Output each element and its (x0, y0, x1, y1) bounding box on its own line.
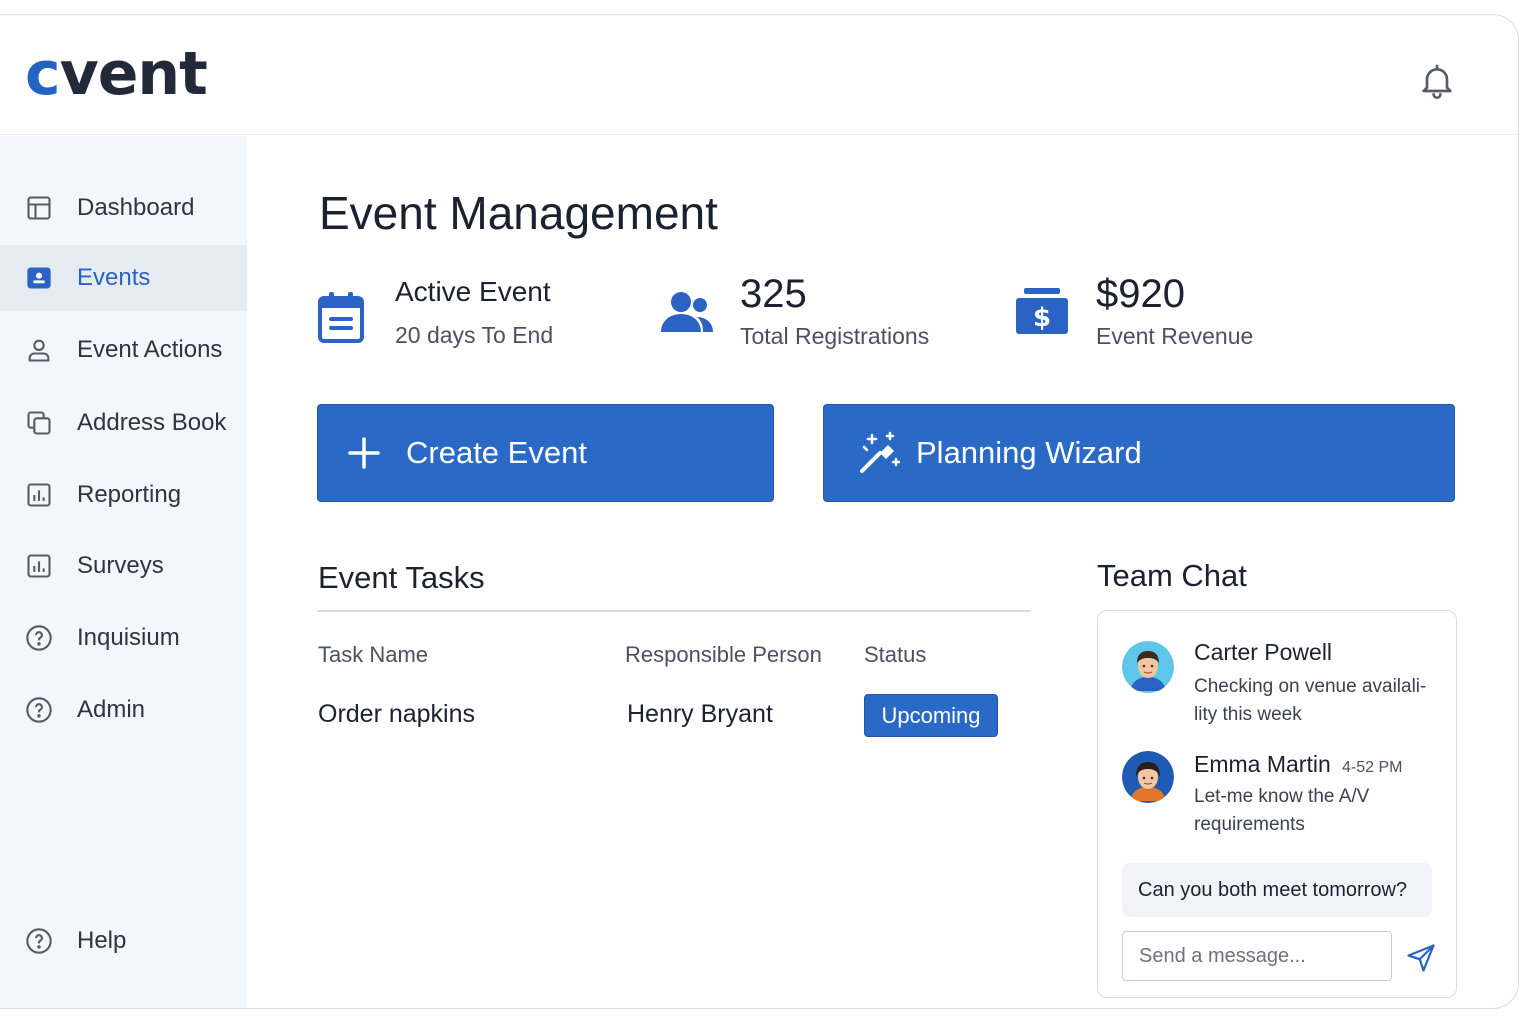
active-event-title: Active Event (395, 276, 551, 307)
help-circle-icon (26, 625, 52, 651)
column-header-responsible-person[interactable]: Responsible Person (625, 642, 822, 668)
sidebar-item-label: Reporting (77, 481, 182, 508)
team-chat-panel: Carter Powell Checking on venue availa­l… (1097, 610, 1457, 998)
planning-wizard-button[interactable]: Planning Wizard (823, 404, 1455, 502)
chat-outgoing-message: Can you both meet tomorrow? (1122, 863, 1432, 917)
sidebar-item-help[interactable]: Help (0, 908, 247, 974)
main-content: Event Management Active Event 20 days To… (247, 136, 1518, 1008)
chat-sender-name: Emma Martin (1194, 751, 1331, 777)
app-window: cvent Dashboard Events Event Actions Add… (0, 14, 1519, 1009)
layout-icon (27, 196, 51, 220)
users-icon (661, 292, 713, 332)
calendar-badge-icon (27, 267, 51, 289)
sidebar-item-label: Events (77, 264, 151, 291)
send-icon[interactable] (1406, 943, 1436, 973)
registrations-label: Total Registrations (740, 323, 930, 349)
status-badge[interactable]: Upcoming (864, 694, 998, 737)
copy-icon (27, 411, 51, 435)
sidebar-item-admin[interactable]: Admin (0, 677, 247, 743)
bar-chart-icon (27, 554, 51, 578)
calendar-icon (318, 292, 364, 343)
chat-timestamp: 4-52 PM (1342, 759, 1403, 776)
sidebar-item-label: Surveys (77, 552, 164, 579)
column-header-task-name[interactable]: Task Name (318, 642, 428, 668)
sidebar-item-label: Dashboard (77, 194, 195, 221)
active-event-subtitle: 20 days To End (395, 322, 554, 348)
avatar[interactable] (1122, 641, 1174, 693)
sidebar-item-label: Admin (77, 696, 146, 723)
revenue-value: $920 (1096, 272, 1185, 316)
sidebar: Dashboard Events Event Actions Address B… (0, 136, 247, 1008)
sidebar-item-label: Inquisium (77, 624, 180, 651)
sidebar-item-address-book[interactable]: Address Book (0, 390, 247, 456)
responsible-person-cell: Henry Bryant (627, 700, 773, 728)
cvent-logo[interactable]: cvent (25, 39, 208, 109)
bar-chart-icon (27, 483, 51, 507)
page-title: Event Management (319, 187, 718, 239)
sidebar-item-label: Address Book (77, 409, 227, 436)
help-circle-icon (26, 928, 52, 954)
create-event-button[interactable]: Create Event (317, 404, 774, 502)
divider (317, 610, 1031, 612)
money-icon: $ (1016, 288, 1068, 334)
avatar[interactable] (1122, 751, 1174, 803)
sidebar-item-label: Help (77, 927, 127, 954)
column-header-status[interactable]: Status (864, 642, 926, 668)
event-tasks-title: Event Tasks (318, 560, 485, 595)
sidebar-item-event-actions[interactable]: Event Actions (0, 317, 247, 383)
top-bar: cvent (0, 15, 1518, 135)
sidebar-item-inquisium[interactable]: Inquisium (0, 605, 247, 671)
message-input[interactable] (1122, 931, 1392, 981)
create-event-label: Create Event (406, 435, 587, 470)
bell-icon[interactable] (1417, 61, 1457, 101)
help-circle-icon (26, 697, 52, 723)
chat-message-text: Checking on venue availa­li-lity this we… (1194, 676, 1427, 725)
sidebar-item-reporting[interactable]: Reporting (0, 462, 247, 528)
revenue-label: Event Revenue (1096, 323, 1254, 349)
magic-wand-icon (860, 431, 900, 473)
svg-text:$: $ (1033, 303, 1051, 333)
task-name-cell: Order napkins (318, 700, 476, 728)
plus-icon (348, 437, 380, 469)
chat-sender-name: Carter Powell (1194, 639, 1333, 665)
sidebar-item-surveys[interactable]: Surveys (0, 533, 247, 599)
sidebar-item-dashboard[interactable]: Dashboard (0, 175, 247, 241)
chat-message-text: Let-me know the A/V requirements (1194, 786, 1370, 835)
team-chat-title: Team Chat (1097, 558, 1247, 593)
planning-wizard-label: Planning Wizard (916, 435, 1142, 470)
sidebar-item-events[interactable]: Events (0, 245, 247, 311)
sidebar-item-label: Event Actions (77, 336, 223, 363)
registrations-value: 325 (740, 272, 807, 316)
user-icon (28, 339, 50, 362)
